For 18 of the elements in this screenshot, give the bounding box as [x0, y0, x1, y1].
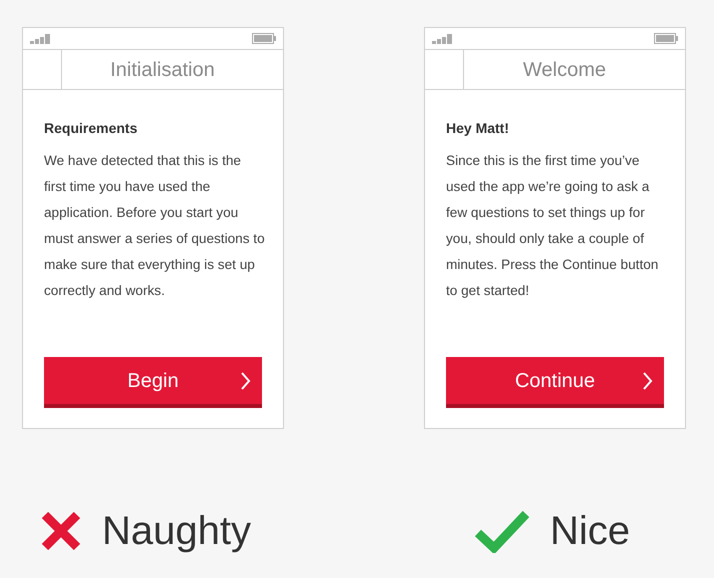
- message-heading: Requirements: [44, 119, 138, 138]
- checkmark-icon: [474, 509, 530, 553]
- primary-button[interactable]: Continue: [446, 357, 664, 408]
- chevron-right-icon: [643, 372, 653, 390]
- message-text: Since this is the first time you’ve used the app we’re going to ask a few questions to set things up for you, should only take a couple of minutes. Press the Continue button to get started!: [446, 152, 660, 300]
- message-text: We have detected that this is the first time you have used the application. Before you start you must answer a series of questions to make sure that everything is set up correctly and works.: [44, 152, 266, 300]
- primary-button[interactable]: Begin: [44, 357, 262, 408]
- chevron-right-icon: [241, 372, 251, 390]
- verdict-label: Nice: [550, 508, 630, 555]
- screen-title: Initialisation: [109, 58, 216, 82]
- message-heading: Hey Matt!: [446, 119, 510, 138]
- signal-icon: [30, 34, 52, 44]
- verdict-label: Naughty: [102, 508, 251, 555]
- battery-icon: [252, 33, 276, 44]
- battery-icon: [654, 33, 678, 44]
- cross-icon: [40, 510, 82, 552]
- signal-icon: [432, 34, 454, 44]
- screen-title: Welcome: [522, 58, 607, 82]
